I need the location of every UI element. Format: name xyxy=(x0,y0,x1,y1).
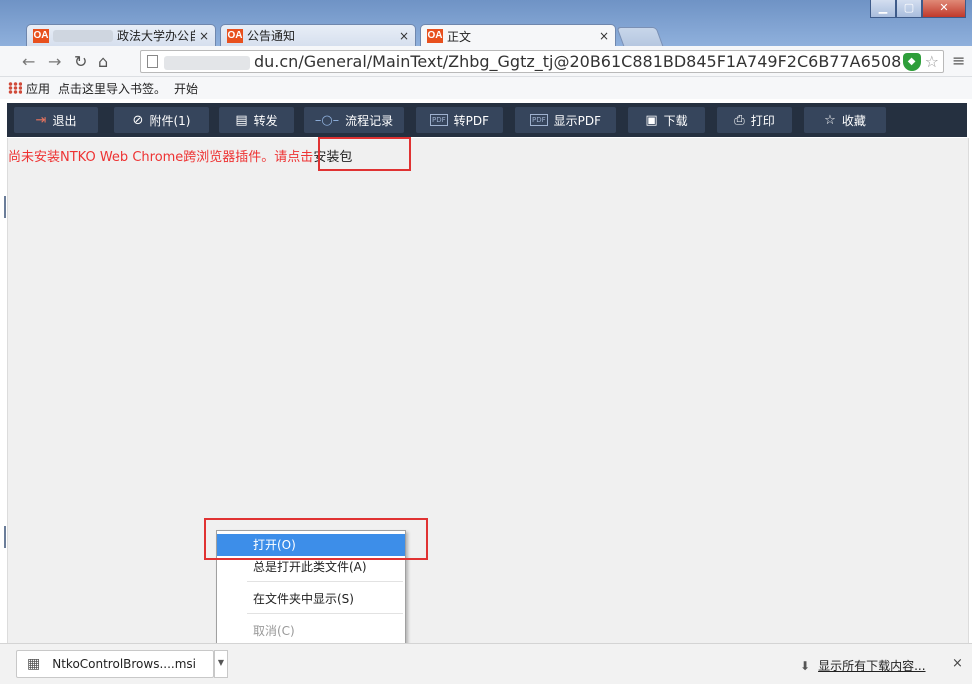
menu-show-in-folder[interactable]: 在文件夹中显示(S) xyxy=(217,588,405,610)
star-icon: ☆ xyxy=(824,112,836,128)
maximize-icon[interactable]: ▢ xyxy=(896,0,922,18)
tab-close-icon[interactable]: × xyxy=(599,29,609,43)
shield-extension-icon[interactable]: ◆ xyxy=(902,52,921,71)
highlight-install-link xyxy=(318,137,411,171)
download-bar: ▦ NtkoControlBrows....msi ▼ ⬇ 显示所有下载内容...… xyxy=(0,643,972,684)
show-all-label: 显示所有下载内容... xyxy=(818,659,926,673)
forward-button[interactable]: ▤ 转发 xyxy=(219,107,294,133)
exit-icon: ⇥ xyxy=(35,112,47,128)
paperclip-icon: ⊘ xyxy=(132,112,144,128)
window-controls: ▁ ▢ ✕ xyxy=(870,0,966,20)
forward-icon[interactable]: → xyxy=(48,52,61,71)
show-pdf-button[interactable]: PDF 显示PDF xyxy=(515,107,616,133)
attachment-button[interactable]: ⊘ 附件(1) xyxy=(114,107,209,133)
bookmark-start[interactable]: 开始 xyxy=(174,80,198,97)
printer-icon: ⎙ xyxy=(734,112,745,128)
bookmark-import[interactable]: 点击这里导入书签。 xyxy=(58,80,166,97)
to-pdf-button[interactable]: PDF 转PDF xyxy=(416,107,503,133)
new-tab-button[interactable] xyxy=(616,27,664,47)
tab-notice[interactable]: OA 公告通知 × xyxy=(220,24,416,46)
save-icon: ▣ xyxy=(645,112,658,128)
browser-toolbar: ← → ↻ ⌂ du.cn/General/MainText/Zhbg_Ggtz… xyxy=(0,46,972,77)
reload-icon[interactable]: ↻ xyxy=(74,52,87,71)
forward-label: 转发 xyxy=(253,113,278,128)
oa-logo-icon: OA xyxy=(427,29,443,43)
tab-title: 公告通知 xyxy=(247,29,296,43)
bookmarks-bar: 应用 点击这里导入书签。 开始 xyxy=(0,77,972,99)
home-icon[interactable]: ⌂ xyxy=(98,52,108,71)
to-pdf-label: 转PDF xyxy=(453,113,490,128)
oa-logo-icon: OA xyxy=(227,28,243,43)
minimize-icon[interactable]: ▁ xyxy=(870,0,896,18)
pdf-icon: PDF xyxy=(529,114,548,126)
flow-icon: –○– xyxy=(314,112,340,128)
redacted-text xyxy=(53,29,113,42)
close-icon[interactable]: × xyxy=(952,656,963,671)
document-toolbar: ⇥ 退出 ⊘ 附件(1) ▤ 转发 –○– 流程记录 PDF 转PDF PDF … xyxy=(7,103,967,137)
download-file-name: NtkoControlBrows....msi xyxy=(52,657,196,671)
highlight-open-item xyxy=(204,518,428,560)
flow-record-button[interactable]: –○– 流程记录 xyxy=(304,107,404,133)
tab-close-icon[interactable]: × xyxy=(199,29,209,43)
back-icon[interactable]: ← xyxy=(22,52,35,71)
url-text: du.cn/General/MainText/Zhbg_Ggtz_tj@20B6… xyxy=(158,52,903,71)
menu-cancel[interactable]: 取消(C) xyxy=(217,620,405,642)
print-label: 打印 xyxy=(750,113,775,128)
download-button[interactable]: ▣ 下载 xyxy=(628,107,705,133)
attachment-label: 附件(1) xyxy=(149,113,191,128)
download-item[interactable]: ▦ NtkoControlBrows....msi xyxy=(16,650,214,678)
forward-icon: ▤ xyxy=(235,112,248,128)
tab-strip: OA 政法大学办公自 × OA 公告通知 × OA 正文 × ▁ ▢ ✕ xyxy=(0,0,972,47)
flow-record-label: 流程记录 xyxy=(345,113,394,128)
print-button[interactable]: ⎙ 打印 xyxy=(717,107,792,133)
apps-icon[interactable] xyxy=(8,82,22,94)
show-all-downloads-link[interactable]: ⬇ 显示所有下载内容... xyxy=(800,657,926,674)
show-pdf-label: 显示PDF xyxy=(553,113,602,128)
browser-window: OA 政法大学办公自 × OA 公告通知 × OA 正文 × ▁ ▢ ✕ ← →… xyxy=(0,0,972,684)
redacted-text xyxy=(164,55,250,70)
installer-file-icon: ▦ xyxy=(27,656,41,672)
chevron-down-icon[interactable]: ▼ xyxy=(214,650,228,678)
edge-mark xyxy=(4,196,6,218)
tab-close-icon[interactable]: × xyxy=(399,29,409,43)
exit-label: 退出 xyxy=(52,113,77,128)
menu-icon[interactable]: ≡ xyxy=(952,51,965,70)
pdf-icon: PDF xyxy=(429,114,448,126)
document-area xyxy=(7,138,969,643)
favorite-label: 收藏 xyxy=(841,113,866,128)
download-icon: ⬇ xyxy=(800,659,811,673)
window-close-icon[interactable]: ✕ xyxy=(922,0,966,18)
url-domain: du.cn xyxy=(254,52,299,71)
plugin-notice: 尚未安装NTKO Web Chrome跨浏览器插件。请点击安装包 xyxy=(8,146,352,165)
favorite-button[interactable]: ☆ 收藏 xyxy=(804,107,886,133)
tab-oa-system[interactable]: OA 政法大学办公自 × xyxy=(26,24,216,46)
bookmark-star-icon[interactable]: ☆ xyxy=(925,52,939,71)
notice-text: 尚未安装NTKO Web Chrome跨浏览器插件。请点击 xyxy=(8,150,314,165)
left-edge xyxy=(0,138,7,643)
menu-separator xyxy=(247,613,403,614)
exit-button[interactable]: ⇥ 退出 xyxy=(14,107,98,133)
edge-mark xyxy=(4,526,6,548)
download-label: 下载 xyxy=(663,113,688,128)
url-path: /General/MainText/Zhbg_Ggtz_tj@20B61C881… xyxy=(298,52,902,71)
page-icon xyxy=(147,55,158,68)
tab-title: 政法大学办公自 xyxy=(117,29,195,43)
tab-main-text[interactable]: OA 正文 × xyxy=(420,24,616,47)
address-bar[interactable]: du.cn/General/MainText/Zhbg_Ggtz_tj@20B6… xyxy=(140,50,944,73)
oa-logo-icon: OA xyxy=(33,28,49,43)
tab-title: 正文 xyxy=(447,29,472,44)
menu-separator xyxy=(247,581,403,582)
bookmark-apps[interactable]: 应用 xyxy=(26,80,50,97)
